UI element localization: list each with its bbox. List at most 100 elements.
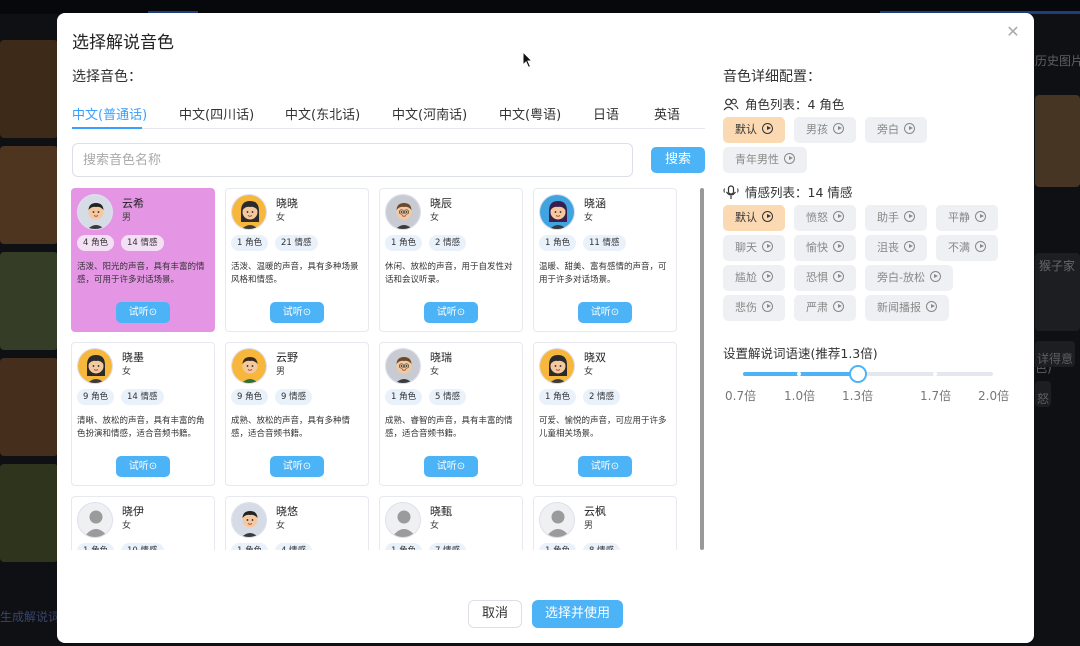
play-circle-icon: ⊙ <box>302 307 312 318</box>
voice-card[interactable]: 晓悠女1 角色4 情感试听⊙ <box>225 496 369 550</box>
role-chip[interactable]: 默认 <box>723 117 785 143</box>
voice-card[interactable]: 晓瑞女 1 角色 5 情感 成熟、睿智的声音，具有丰富的情感，适合音频书籍。 试听⊙ <box>379 342 523 486</box>
voice-card[interactable]: 云野男 9 角色 9 情感 成熟、放松的声音，具有多种情感，适合音频书籍。 试听⊙ <box>225 342 369 486</box>
emotion-chip[interactable]: 愉快 <box>794 235 856 261</box>
role-chip[interactable]: 男孩 <box>794 117 856 143</box>
listen-button[interactable]: 试听⊙ <box>116 302 170 323</box>
tab-mandarin[interactable]: 中文(普通话) <box>72 104 147 123</box>
role-chip-label: 默认 <box>735 123 757 136</box>
tab-sichuan[interactable]: 中文(四川话) <box>179 104 254 123</box>
voice-list-scrollbar[interactable] <box>700 188 704 550</box>
emotion-chip-label: 平静 <box>948 211 970 224</box>
voice-name: 晓瑞 <box>430 351 452 364</box>
voice-name: 晓悠 <box>276 505 298 518</box>
emotion-chip[interactable]: 恐惧 <box>794 265 856 291</box>
play-icon <box>833 211 844 222</box>
tab-cantonese[interactable]: 中文(粤语) <box>499 104 561 123</box>
role-count: 4 角色 <box>807 97 845 112</box>
girl-icon <box>77 348 113 384</box>
voice-name: 晓涵 <box>584 197 606 210</box>
voice-card-grid: 云希男 4 角色 14 情感 活泼、阳光的声音，具有丰富的情感，可用于许多对话场景。试… <box>71 188 697 550</box>
default-user-icon <box>539 502 575 538</box>
speed-mark: 1.0倍 <box>784 389 816 403</box>
speed-slider[interactable] <box>743 372 993 376</box>
tab-english[interactable]: 英语 <box>654 104 680 123</box>
role-count-badge: 1 角色 <box>231 235 269 251</box>
listen-button[interactable]: 试听⊙ <box>578 456 632 477</box>
play-icon <box>784 153 795 164</box>
emotion-chip[interactable]: 旁白-放松 <box>865 265 953 291</box>
boy-icon <box>231 502 267 538</box>
voice-card[interactable]: 晓墨女 9 角色 14 情感 清晰、放松的声音，具有丰富的角色扮演和情感，适合音频书籍… <box>71 342 215 486</box>
voice-card[interactable]: 晓涵女 1 角色 11 情感 温暖、甜美、富有感情的声音，可用于许多对话场景。 试听⊙ <box>533 188 677 332</box>
listen-button[interactable]: 试听⊙ <box>424 456 478 477</box>
play-icon <box>904 241 915 252</box>
listen-button[interactable]: 试听⊙ <box>424 302 478 323</box>
emotion-chip[interactable]: 悲伤 <box>723 295 785 321</box>
tab-northeast[interactable]: 中文(东北话) <box>285 104 360 123</box>
role-chip[interactable]: 青年男性 <box>723 147 807 173</box>
emotion-count-badge: 2 情感 <box>429 235 467 251</box>
voice-gender: 男 <box>122 213 132 223</box>
emotion-chip[interactable]: 助手 <box>865 205 927 231</box>
dialog-title: 选择解说音色 <box>72 33 174 53</box>
role-chip-label: 旁白 <box>877 123 899 136</box>
emotion-list-header: 情感列表：14 情感 <box>723 182 852 203</box>
emotion-count-badge: 5 情感 <box>429 389 467 405</box>
role-chip-label: 青年男性 <box>735 153 779 166</box>
emotion-chip[interactable]: 不满 <box>936 235 998 261</box>
voice-gender: 男 <box>584 521 594 531</box>
emotion-chip[interactable]: 愤怒 <box>794 205 856 231</box>
role-count-badge: 1 角色 <box>539 389 577 405</box>
detail-config-title: 音色详细配置： <box>723 69 821 85</box>
emotion-chip[interactable]: 聊天 <box>723 235 785 261</box>
voice-card[interactable]: 晓晓女 1 角色 21 情感 活泼、温暖的声音，具有多种场景风格和情感。 试听⊙ <box>225 188 369 332</box>
voice-card[interactable]: 晓双女 1 角色 2 情感 可爱、愉悦的声音，可应用于许多儿童相关场景。 试听⊙ <box>533 342 677 486</box>
play-icon <box>833 301 844 312</box>
voice-search-input[interactable] <box>72 143 633 177</box>
role-chip-label: 男孩 <box>806 123 828 136</box>
listen-button[interactable]: 试听⊙ <box>270 456 324 477</box>
emotion-chip-label: 沮丧 <box>877 241 899 254</box>
tab-henan[interactable]: 中文(河南话) <box>392 104 467 123</box>
emotion-count-badge: 14 情感 <box>121 389 164 405</box>
listen-button[interactable]: 试听⊙ <box>116 456 170 477</box>
play-icon <box>929 271 941 282</box>
glasses-girl-icon <box>385 348 421 384</box>
emotion-chip[interactable]: 尴尬 <box>723 265 785 291</box>
emotion-chip[interactable]: 平静 <box>936 205 998 231</box>
listen-button[interactable]: 试听⊙ <box>270 302 324 323</box>
voice-gender: 女 <box>430 367 440 377</box>
close-icon[interactable]: ✕ <box>1004 23 1022 41</box>
voice-description: 活泼、温暖的声音，具有多种场景风格和情感。 <box>231 262 359 285</box>
listen-label: 试听 <box>282 307 303 318</box>
speed-slider-handle[interactable] <box>849 365 867 383</box>
tab-japanese[interactable]: 日语 <box>593 104 619 123</box>
play-icon <box>975 211 986 222</box>
role-chip[interactable]: 旁白 <box>865 117 927 143</box>
voice-card[interactable]: 云枫男1 角色8 情感试听⊙ <box>533 496 677 550</box>
slider-stop <box>933 372 937 376</box>
search-button[interactable]: 搜索 <box>651 147 705 173</box>
emotion-list-label: 情感列表： <box>744 185 808 200</box>
cancel-button[interactable]: 取消 <box>468 600 522 628</box>
voice-card[interactable]: 晓辰女 1 角色 2 情感 休闲、放松的声音，用于自发性对话和会议听录。 试听⊙ <box>379 188 523 332</box>
emotion-chip-label: 恐惧 <box>806 271 828 284</box>
voice-name: 晓双 <box>584 351 606 364</box>
voice-gender: 女 <box>276 213 286 223</box>
select-and-use-button[interactable]: 选择并使用 <box>532 600 623 628</box>
role-count-badge: 4 角色 <box>77 235 115 251</box>
voice-card[interactable]: 晓甄女1 角色7 情感试听⊙ <box>379 496 523 550</box>
voice-card[interactable]: 晓伊女1 角色10 情感试听⊙ <box>71 496 215 550</box>
voice-gender: 女 <box>584 367 594 377</box>
emotion-chip[interactable]: 新闻播报 <box>865 295 949 321</box>
voice-card[interactable]: 云希男 4 角色 14 情感 活泼、阳光的声音，具有丰富的情感，可用于许多对话场景。试… <box>71 188 215 332</box>
voice-name: 晓伊 <box>122 505 144 518</box>
emotion-chip[interactable]: 严肃 <box>794 295 856 321</box>
listen-label: 试听 <box>128 307 149 318</box>
emotion-count-badge: 7 情感 <box>429 543 467 550</box>
listen-label: 试听 <box>436 461 457 472</box>
emotion-chip[interactable]: 沮丧 <box>865 235 927 261</box>
listen-button[interactable]: 试听⊙ <box>578 302 632 323</box>
emotion-chip[interactable]: 默认 <box>723 205 785 231</box>
